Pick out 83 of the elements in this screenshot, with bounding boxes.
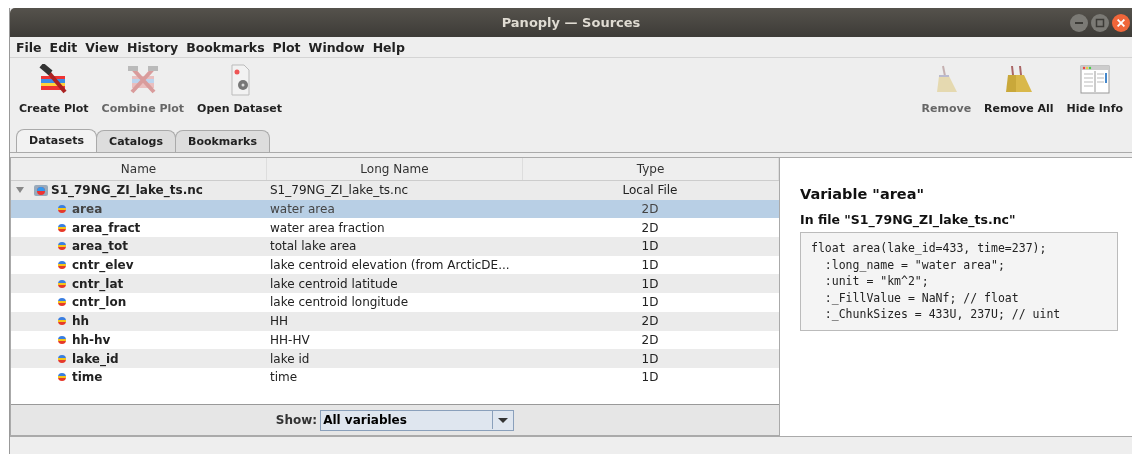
table-cell-text: 1D xyxy=(640,239,660,254)
table-cell-text: lake centroid latitude xyxy=(269,276,399,291)
menu-item[interactable]: Plot xyxy=(272,39,301,55)
variable-icon xyxy=(57,203,67,216)
minimize-icon xyxy=(1075,22,1083,24)
variable-icon xyxy=(57,221,67,234)
open-button[interactable]: Open Dataset xyxy=(192,64,287,115)
column-header[interactable]: Name xyxy=(11,158,267,180)
variable-name: cntr_elev xyxy=(72,258,134,273)
table-cell-text: 1D xyxy=(640,276,660,291)
minimize-button[interactable] xyxy=(1070,14,1088,32)
variable-name: area_tot xyxy=(72,239,128,254)
code-line: float area(lake_id=433, time=237); xyxy=(811,240,1048,257)
table-cell-text: lake centroid longitude xyxy=(269,295,410,310)
variable-name: lake_id xyxy=(72,351,119,366)
menu-item[interactable]: Help xyxy=(372,39,405,55)
show-dropdown[interactable]: All variables xyxy=(320,409,515,431)
tab[interactable]: Catalogs xyxy=(96,130,176,152)
variable-icon xyxy=(57,277,67,290)
menu-item[interactable]: History xyxy=(127,39,179,55)
variable-icon xyxy=(57,333,67,346)
info-subtitle: In file "S1_79NG_ZI_lake_ts.nc" xyxy=(800,212,1017,227)
table-row[interactable]: area_tot total lake area 1D xyxy=(11,237,779,256)
caret-icon xyxy=(498,417,509,423)
tab[interactable]: Bookmarks xyxy=(175,130,270,152)
maximize-icon xyxy=(1095,18,1105,28)
table-cell-text: 1D xyxy=(640,258,660,273)
crossed-hammers-icon xyxy=(125,64,160,96)
code-line: :_FillValue = NaNf; // float xyxy=(823,289,1020,306)
variable-icon xyxy=(57,240,67,253)
close-icon xyxy=(1117,19,1125,27)
code-line: :long_name = "water area"; xyxy=(823,256,1006,273)
variable-icon xyxy=(57,371,67,384)
remove-all-button[interactable]: Remove All xyxy=(979,64,1059,115)
window-title: Panoply — Sources xyxy=(501,15,641,30)
dataset-name[interactable]: S1_79NG_ZI_lake_ts.nc xyxy=(51,183,203,198)
table-cell-text: S1_79NG_ZI_lake_ts.nc xyxy=(269,183,410,198)
code-line: :_ChunkSizes = 433U, 237U; // uint xyxy=(823,306,1062,323)
table-cell-text: 1D xyxy=(640,370,660,385)
table-cell-text: HH xyxy=(269,314,290,329)
table-cell-text: 2D xyxy=(640,202,660,217)
menu-item[interactable]: Edit xyxy=(49,39,78,55)
variable-name: area_fract xyxy=(72,220,141,235)
hide-info-button[interactable]: Hide Info xyxy=(1061,64,1128,115)
variable-name: hh xyxy=(72,314,90,329)
column-header[interactable]: Type xyxy=(523,158,779,180)
variable-name: time xyxy=(72,370,103,385)
table-cell-text: lake centroid elevation (from ArcticDE... xyxy=(269,258,511,273)
menu-item[interactable]: Window xyxy=(308,39,365,55)
table-row[interactable]: cntr_lat lake centroid latitude 1D xyxy=(11,274,779,294)
variable-icon xyxy=(57,352,67,365)
table-cell-text: Local File xyxy=(621,183,679,198)
close-button[interactable] xyxy=(1112,14,1130,32)
table-cell-text: 1D xyxy=(640,295,660,310)
file-icon xyxy=(33,183,49,198)
table-cell-text: water area xyxy=(269,202,336,217)
table-cell-text: HH-HV xyxy=(269,332,311,347)
table-cell-text: total lake area xyxy=(269,239,358,254)
variable-name: cntr_lat xyxy=(72,276,124,291)
table-cell-text: 2D xyxy=(640,332,660,347)
table-cell-text: water area fraction xyxy=(269,220,386,235)
table-row[interactable]: lake_id lake id 1D xyxy=(11,349,779,368)
menu-item[interactable]: View xyxy=(85,39,120,55)
show-label: Show: xyxy=(275,413,318,427)
variable-icon xyxy=(57,259,67,272)
code-line: :unit = "km^2"; xyxy=(823,273,930,290)
table-cell-text: 1D xyxy=(640,351,660,366)
column-header[interactable]: Long Name xyxy=(267,158,523,180)
window-panels-icon xyxy=(1077,64,1112,96)
table-cell-text: lake id xyxy=(269,351,311,366)
table-cell-text: 2D xyxy=(640,314,660,329)
variable-icon xyxy=(57,296,67,309)
variable-name: area xyxy=(72,202,103,217)
create-button[interactable]: Create Plot xyxy=(14,64,94,115)
variable-name: cntr_lon xyxy=(72,295,127,310)
menu-item[interactable]: File xyxy=(16,39,42,55)
menu-item[interactable]: Bookmarks xyxy=(186,39,265,55)
variable-name: hh-hv xyxy=(72,332,111,347)
table-cell-text: time xyxy=(269,370,299,385)
info-title: Variable "area" xyxy=(800,186,925,202)
tab[interactable]: Datasets xyxy=(16,129,98,152)
variable-icon xyxy=(57,315,67,328)
table-cell-text: 2D xyxy=(640,220,660,235)
